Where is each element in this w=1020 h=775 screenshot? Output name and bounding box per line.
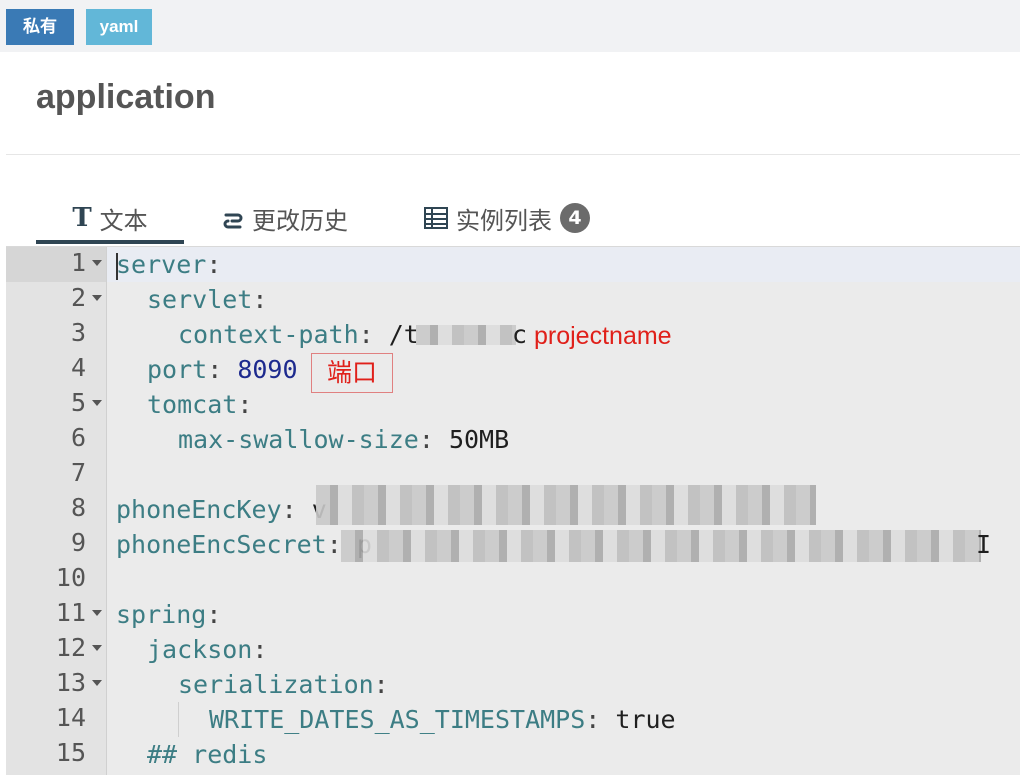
format-badge: yaml [86,9,152,45]
tab-label: 更改历史 [252,206,348,235]
divider [6,154,1020,155]
code-line: port: 8090 [147,355,298,384]
line-number: 1 [6,247,106,282]
fold-arrow-icon[interactable] [92,295,102,301]
top-bar: 私有 yaml [0,0,1020,52]
redacted-value [341,530,981,562]
fold-arrow-icon[interactable] [92,400,102,406]
code-line: jackson: [147,635,268,664]
line-number: 14 [55,703,86,732]
code-line: WRITE_DATES_AS_TIMESTAMPS: true [209,705,676,734]
text-cursor [116,253,118,280]
indent-guide [178,702,179,737]
code-line: max-swallow-size: 50MB [178,425,510,454]
fold-arrow-icon[interactable] [92,680,102,686]
line-number: 11 [6,597,106,632]
code-line: serialization: [178,670,389,699]
page-title: application [36,78,216,116]
fold-arrow-icon[interactable] [92,260,102,266]
line-number: 7 [70,458,86,487]
line-number: 6 [70,423,86,452]
code-line: context-path: /t [178,320,419,349]
code-line: tomcat: [147,390,253,419]
code-line: servlet: [147,285,268,314]
history-icon [222,207,244,229]
code-line: server: [116,250,222,279]
fold-arrow-icon[interactable] [92,610,102,616]
line-number: 9 [70,528,86,557]
line-number: 2 [6,282,106,317]
list-icon [424,207,448,229]
code-line: phoneEncKey: v [116,495,327,524]
code-editor[interactable]: 1 2 3 4 5 6 7 8 9 10 11 12 13 14 15 serv… [6,246,1020,775]
line-number: 15 [55,738,86,767]
fold-arrow-icon[interactable] [92,645,102,651]
gutter-border [106,247,107,775]
redacted-value [416,325,516,345]
projectname-annotation: projectname [534,322,672,350]
port-annotation: 端口 [311,353,393,393]
tab-history[interactable]: 更改历史 [222,198,348,238]
line-number: 10 [55,563,86,592]
tab-label: 实例列表 [456,206,552,235]
code-line: spring: [116,600,222,629]
code-line-tail: c [512,320,528,349]
line-number: 12 [6,632,106,667]
tab-label: 文本 [99,206,148,235]
active-tab-indicator [36,240,184,244]
active-line-highlight [106,247,1020,282]
redacted-value [316,485,816,525]
line-number: 13 [6,667,106,702]
code-line: ## redis [147,740,268,769]
line-number: 5 [6,387,106,422]
line-number: 4 [70,353,86,382]
tab-instances[interactable]: 实例列表 4 [424,198,590,238]
code-line: phoneEncSecret: p [116,530,372,559]
text-icon: T [72,203,92,233]
tab-text[interactable]: T 文本 [36,198,184,238]
config-panel: application T 文本 更改历史 实例列表 4 1 2 3 4 5 6… [6,52,1020,775]
line-number: 8 [70,493,86,522]
line-number: 3 [70,318,86,347]
code-line-tail: I [976,530,992,559]
private-badge: 私有 [6,9,74,45]
instance-count-badge: 4 [560,203,590,233]
